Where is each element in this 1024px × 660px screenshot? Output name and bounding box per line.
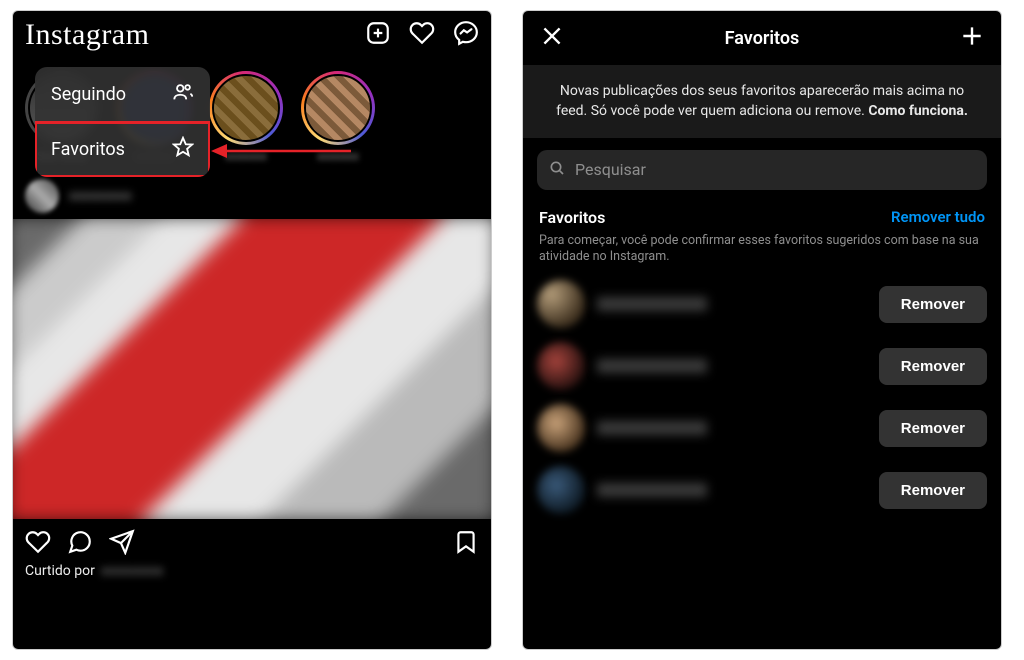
remove-button[interactable]: Remover — [879, 348, 987, 385]
list-item: Remover — [537, 404, 987, 452]
like-heart-icon[interactable] — [25, 529, 51, 559]
post-author-avatar[interactable] — [25, 179, 59, 213]
people-icon — [172, 81, 194, 108]
bookmark-icon[interactable] — [453, 529, 479, 559]
list-item: Remover — [537, 280, 987, 328]
favorite-username[interactable] — [597, 421, 707, 435]
avatar[interactable] — [537, 280, 585, 328]
favorites-list: Remover Remover Remover Remover — [523, 276, 1001, 518]
remove-button[interactable]: Remover — [879, 410, 987, 447]
share-icon[interactable] — [109, 529, 135, 559]
post-image[interactable] — [13, 219, 491, 519]
feed-filter-dropdown: Seguindo Favoritos — [35, 67, 210, 177]
phone-left-home: Instagram Seguindo Favoritos — [12, 10, 492, 650]
remove-button[interactable]: Remover — [879, 286, 987, 323]
phone-right-favorites: Favoritos Novas publicações dos seus fav… — [522, 10, 1002, 650]
list-item: Remover — [537, 342, 987, 390]
favorite-username[interactable] — [597, 359, 707, 373]
dropdown-item-following[interactable]: Seguindo — [35, 67, 210, 122]
search-wrap: Pesquisar — [523, 138, 1001, 202]
comment-icon[interactable] — [67, 529, 93, 559]
logo-dropdown-trigger[interactable]: Instagram — [25, 18, 155, 52]
liked-by-prefix: Curtido por — [25, 563, 95, 579]
favorite-username[interactable] — [597, 297, 707, 311]
star-icon — [172, 136, 194, 163]
post-action-bar — [13, 519, 491, 563]
avatar[interactable] — [537, 466, 585, 514]
dropdown-label: Favoritos — [51, 139, 125, 160]
create-post-icon[interactable] — [365, 20, 391, 50]
post-liked-by[interactable]: Curtido por xxxxxxxxx — [13, 563, 491, 579]
section-title: Favoritos — [539, 208, 605, 227]
favorites-title: Favoritos — [725, 28, 800, 49]
header-actions — [365, 20, 479, 50]
favorite-username[interactable] — [597, 483, 707, 497]
how-it-works-link[interactable]: Como funciona. — [868, 103, 968, 119]
liked-by-name: xxxxxxxxx — [101, 563, 164, 579]
search-icon — [549, 160, 565, 180]
favorites-header: Favoritos — [523, 11, 1001, 65]
close-icon[interactable] — [539, 23, 565, 53]
home-header: Instagram — [13, 11, 491, 59]
dropdown-label: Seguindo — [51, 84, 126, 105]
avatar[interactable] — [537, 342, 585, 390]
section-subtitle: Para começar, você pode confirmar esses … — [523, 229, 1001, 277]
add-favorite-icon[interactable] — [959, 23, 985, 53]
favorites-info-banner: Novas publicações dos seus favoritos apa… — [523, 65, 1001, 138]
search-placeholder: Pesquisar — [575, 160, 646, 179]
search-input[interactable]: Pesquisar — [537, 150, 987, 190]
activity-heart-icon[interactable] — [409, 20, 435, 50]
post-author-name[interactable]: xxxxxxxxx — [69, 188, 132, 204]
avatar[interactable] — [537, 404, 585, 452]
list-item: Remover — [537, 466, 987, 514]
annotation-arrow — [211, 139, 351, 163]
remove-button[interactable]: Remover — [879, 472, 987, 509]
favorites-section-header: Favoritos Remover tudo — [523, 202, 1001, 229]
dropdown-item-favorites[interactable]: Favoritos — [35, 122, 210, 177]
post-header[interactable]: xxxxxxxxx — [13, 173, 491, 219]
feed-post: xxxxxxxxx Curtido por xxxxxxxxx — [13, 169, 491, 579]
remove-all-link[interactable]: Remover tudo — [891, 208, 985, 226]
messenger-icon[interactable] — [453, 20, 479, 50]
instagram-logo: Instagram — [25, 18, 149, 52]
